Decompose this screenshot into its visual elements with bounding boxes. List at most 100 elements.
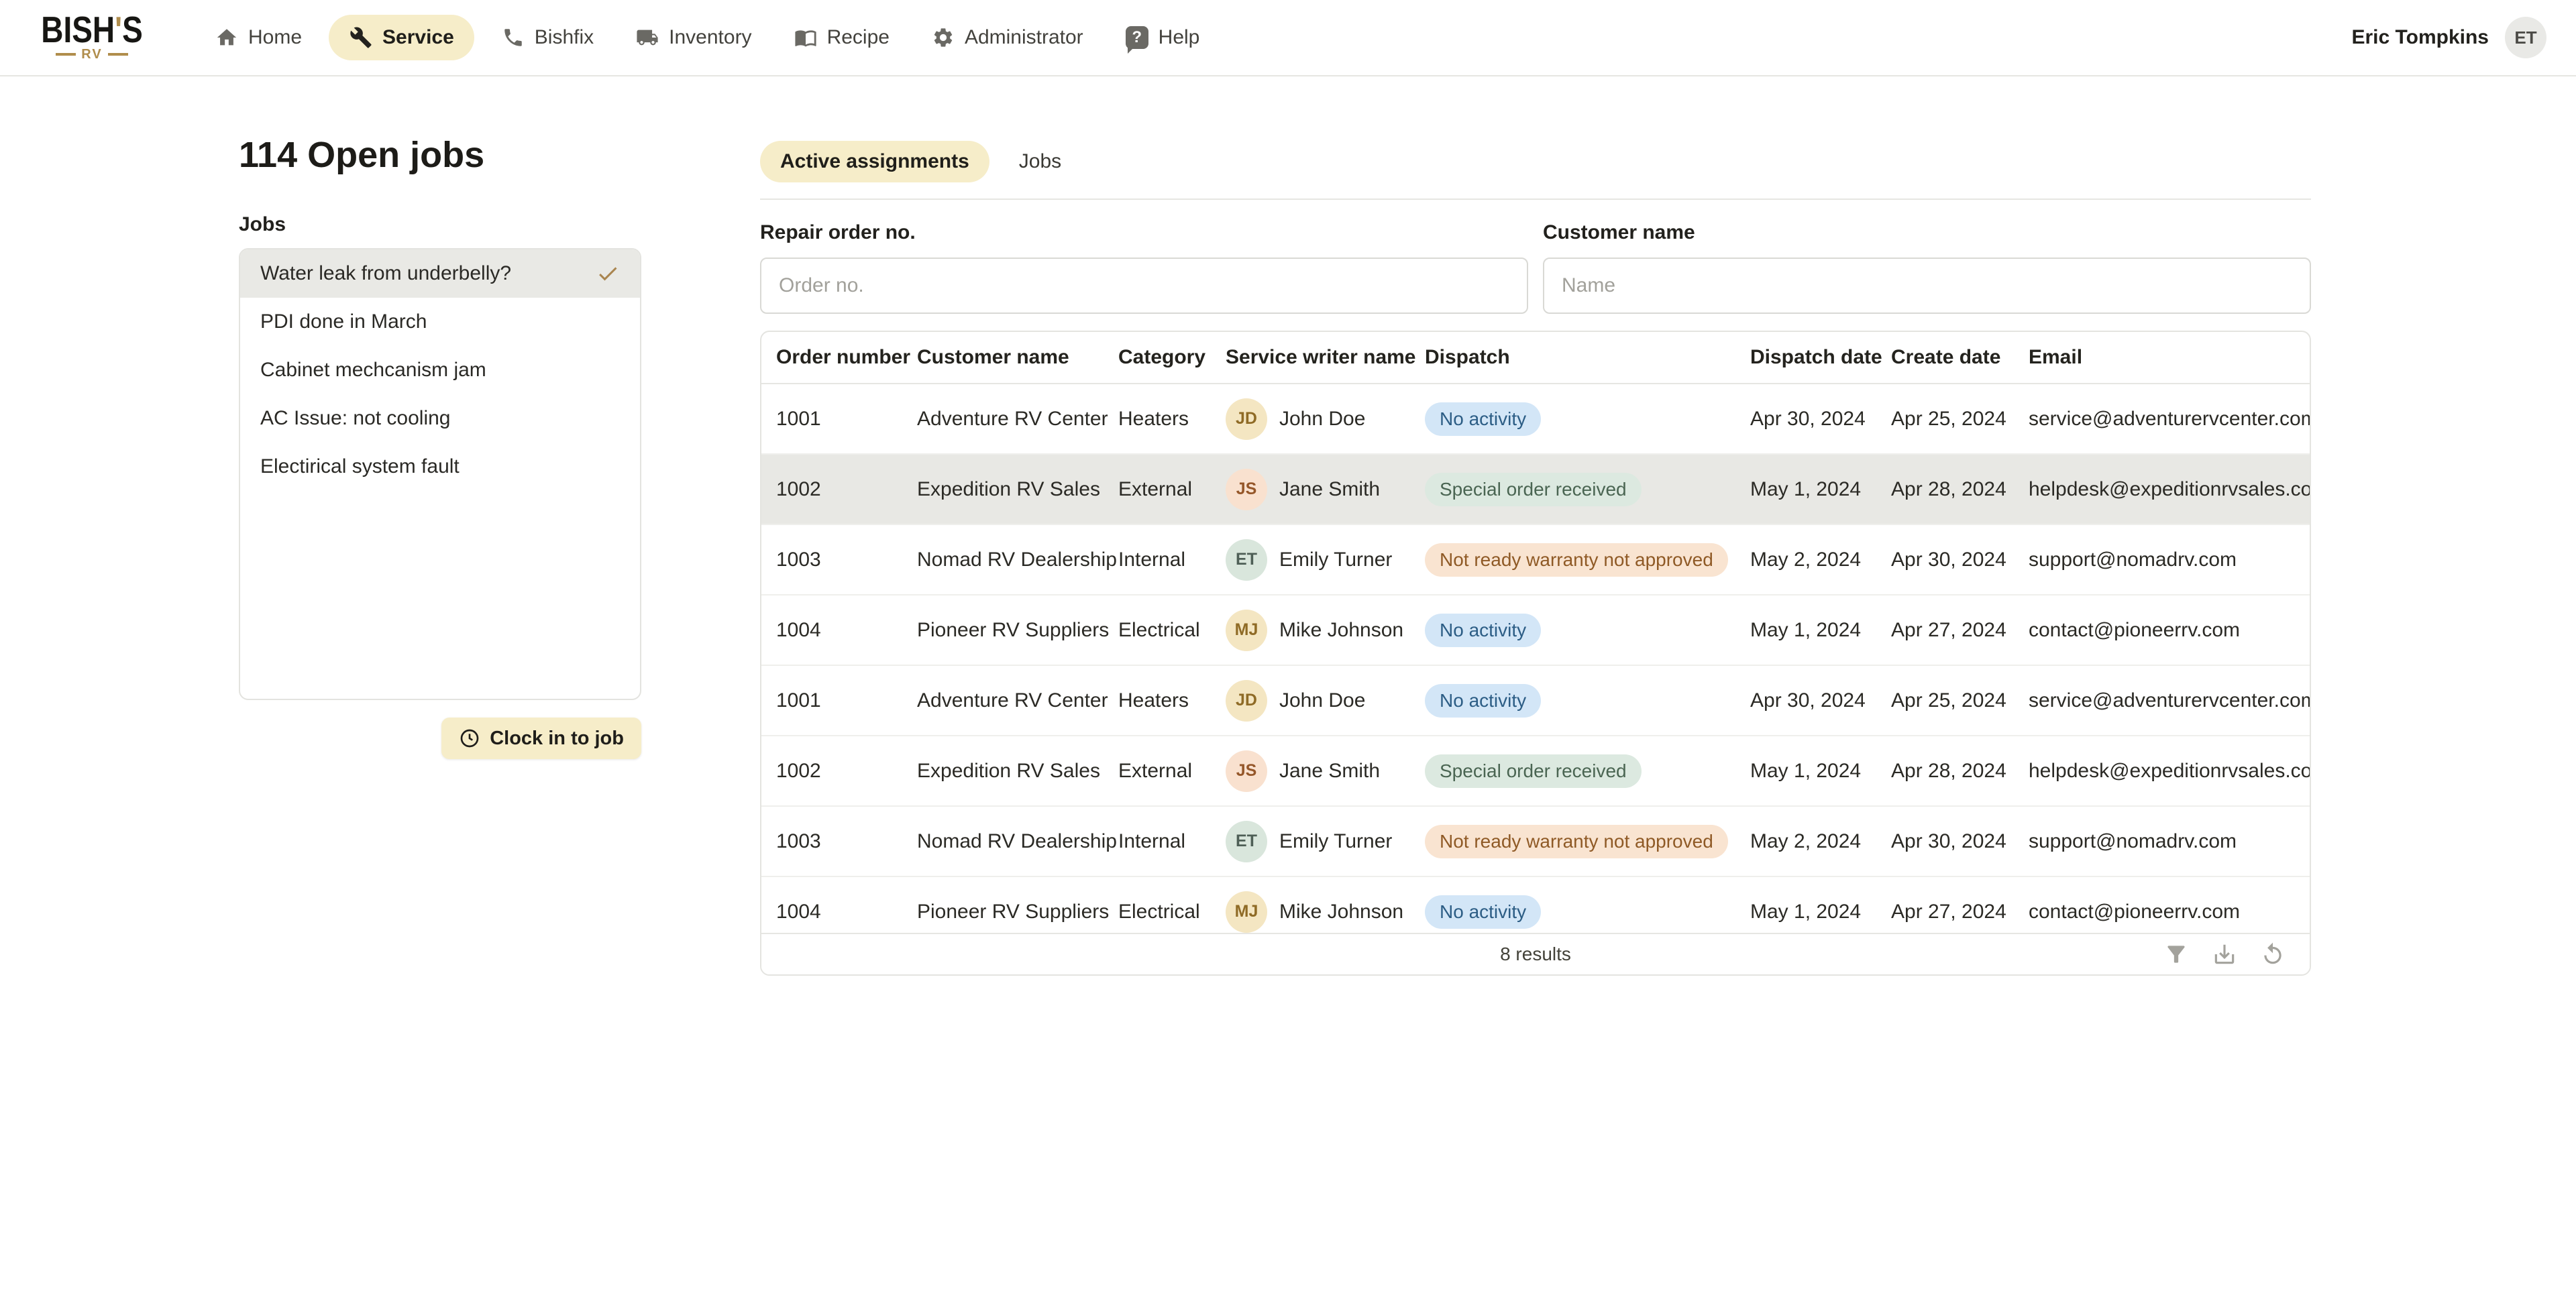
cell-dispatch-date: May 2, 2024 — [1735, 549, 1876, 571]
col-service-writer: Service writer name — [1211, 346, 1410, 369]
job-list-item[interactable]: Cabinet mechcanism jam — [240, 346, 640, 394]
wrench-icon — [349, 25, 373, 50]
repair-order-label: Repair order no. — [760, 221, 1528, 244]
cell-service-writer: JS Jane Smith — [1211, 750, 1410, 792]
cell-service-writer: ET Emily Turner — [1211, 539, 1410, 581]
cell-create-date: Apr 27, 2024 — [1876, 619, 2014, 642]
table-row[interactable]: 1001 Adventure RV Center Heaters JD John… — [761, 384, 2310, 455]
dispatch-badge: No activity — [1425, 684, 1541, 718]
cell-order-number: 1004 — [761, 619, 902, 642]
writer-avatar: MJ — [1226, 891, 1267, 933]
cell-dispatch-date: Apr 30, 2024 — [1735, 689, 1876, 712]
col-dispatch-date: Dispatch date — [1735, 346, 1876, 369]
cell-email: support@nomadrv.com — [2014, 830, 2310, 853]
cell-order-number: 1001 — [761, 408, 902, 431]
cell-service-writer: JD John Doe — [1211, 398, 1410, 440]
tab-jobs[interactable]: Jobs — [1019, 141, 1061, 182]
download-icon — [2212, 942, 2237, 967]
writer-name: Emily Turner — [1279, 549, 1392, 571]
customer-name-input[interactable] — [1543, 258, 2311, 314]
job-list-item[interactable]: Electirical system fault — [240, 443, 640, 491]
download-button[interactable] — [2212, 942, 2237, 967]
filter-button[interactable] — [2163, 942, 2189, 967]
table-row[interactable]: 1004 Pioneer RV Suppliers Electrical MJ … — [761, 595, 2310, 666]
cell-dispatch-date: Apr 30, 2024 — [1735, 408, 1876, 431]
clock-in-label: Clock in to job — [490, 728, 624, 750]
cell-dispatch: Special order received — [1410, 754, 1735, 788]
tab-active-assignments[interactable]: Active assignments — [760, 141, 989, 182]
repair-order-input[interactable] — [760, 258, 1528, 314]
dispatch-badge: No activity — [1425, 402, 1541, 436]
dispatch-badge: No activity — [1425, 895, 1541, 929]
cell-order-number: 1004 — [761, 901, 902, 923]
nav-item-service[interactable]: Service — [329, 15, 474, 60]
cell-dispatch: Not ready warranty not approved — [1410, 825, 1735, 858]
nav-item-home[interactable]: Home — [200, 16, 317, 59]
page-title: 114 Open jobs — [239, 134, 641, 176]
cell-customer-name: Pioneer RV Suppliers — [902, 901, 1104, 923]
clock-in-button[interactable]: Clock in to job — [441, 718, 641, 759]
main-nav: Home Service Bishfix Inventory Recipe Adminis… — [200, 15, 1214, 60]
nav-label: Service — [382, 26, 454, 49]
table-body: 1001 Adventure RV Center Heaters JD John… — [761, 384, 2310, 933]
job-list-item[interactable]: AC Issue: not cooling — [240, 394, 640, 443]
col-category: Category — [1104, 346, 1211, 369]
cell-email: helpdesk@expeditionrvsales.com — [2014, 478, 2310, 501]
job-list-item[interactable]: Water leak from underbelly? — [240, 249, 640, 298]
user-avatar[interactable]: ET — [2505, 17, 2546, 58]
user-name: Eric Tompkins — [2352, 26, 2489, 49]
writer-name: Jane Smith — [1279, 478, 1380, 501]
cell-dispatch: No activity — [1410, 895, 1735, 929]
cell-category: Internal — [1104, 830, 1211, 853]
table-row[interactable]: 1004 Pioneer RV Suppliers Electrical MJ … — [761, 877, 2310, 933]
cell-order-number: 1002 — [761, 478, 902, 501]
nav-item-bishfix[interactable]: Bishfix — [486, 16, 608, 59]
writer-name: John Doe — [1279, 408, 1365, 431]
jobs-list-label: Jobs — [239, 213, 641, 236]
table-row[interactable]: 1003 Nomad RV Dealership Internal ET Emi… — [761, 807, 2310, 877]
cell-dispatch-date: May 2, 2024 — [1735, 830, 1876, 853]
nav-item-administrator[interactable]: Administrator — [916, 16, 1098, 59]
cell-create-date: Apr 30, 2024 — [1876, 830, 2014, 853]
cell-dispatch-date: May 1, 2024 — [1735, 760, 1876, 783]
cell-customer-name: Adventure RV Center — [902, 689, 1104, 712]
job-list-item[interactable]: PDI done in March — [240, 298, 640, 346]
col-order-number: Order number — [761, 346, 902, 369]
logo-line-right — [108, 53, 128, 56]
writer-avatar: ET — [1226, 539, 1267, 581]
table-row[interactable]: 1003 Nomad RV Dealership Internal ET Emi… — [761, 525, 2310, 595]
top-bar: BISH'S RV Home Service Bishfix Inventory Rec… — [0, 0, 2576, 76]
table-footer: 8 results — [761, 933, 2310, 974]
book-icon — [794, 25, 818, 50]
job-label: PDI done in March — [260, 310, 620, 333]
jobs-listbox: Water leak from underbelly? PDI done in M… — [239, 248, 641, 700]
writer-name: John Doe — [1279, 689, 1365, 712]
table-row[interactable]: 1001 Adventure RV Center Heaters JD John… — [761, 666, 2310, 736]
writer-avatar: JS — [1226, 469, 1267, 510]
tab-divider — [760, 198, 2311, 200]
check-icon — [596, 262, 620, 286]
writer-name: Mike Johnson — [1279, 619, 1403, 642]
writer-avatar: MJ — [1226, 610, 1267, 651]
writer-name: Emily Turner — [1279, 830, 1392, 853]
cell-dispatch: Special order received — [1410, 473, 1735, 506]
table-row[interactable]: 1002 Expedition RV Sales External JS Jan… — [761, 455, 2310, 525]
table-row[interactable]: 1002 Expedition RV Sales External JS Jan… — [761, 736, 2310, 807]
cell-email: service@adventurervcenter.com — [2014, 408, 2310, 431]
gear-icon — [931, 25, 955, 50]
col-create-date: Create date — [1876, 346, 2014, 369]
refresh-button[interactable] — [2260, 942, 2286, 967]
nav-item-inventory[interactable]: Inventory — [621, 16, 766, 59]
user-menu[interactable]: Eric Tompkins ET — [2352, 17, 2547, 58]
cell-service-writer: JD John Doe — [1211, 680, 1410, 722]
writer-name: Mike Johnson — [1279, 901, 1403, 923]
jobs-panel: 114 Open jobs Jobs Water leak from under… — [239, 134, 641, 759]
dispatch-badge: Special order received — [1425, 473, 1642, 506]
col-customer-name: Customer name — [902, 346, 1104, 369]
cell-dispatch-date: May 1, 2024 — [1735, 478, 1876, 501]
cell-customer-name: Expedition RV Sales — [902, 478, 1104, 501]
cell-create-date: Apr 28, 2024 — [1876, 760, 2014, 783]
nav-item-recipe[interactable]: Recipe — [779, 16, 904, 59]
nav-item-help[interactable]: ?Help — [1110, 16, 1215, 59]
brand-logo[interactable]: BISH'S RV — [48, 13, 136, 62]
